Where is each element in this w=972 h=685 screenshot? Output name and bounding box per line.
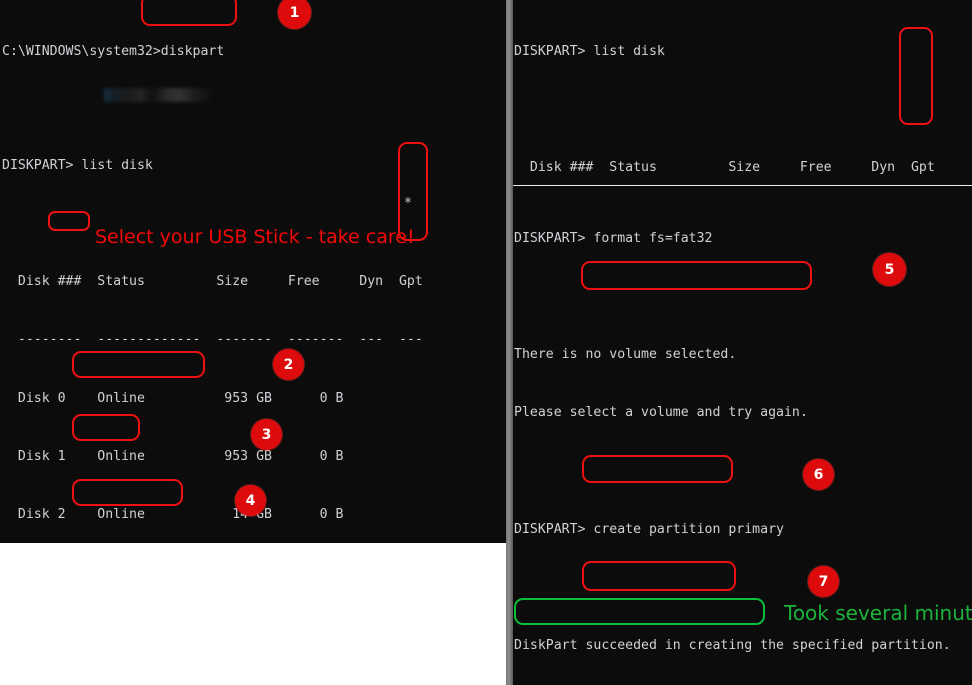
console-line: C:\WINDOWS\system32>diskpart: [2, 43, 225, 59]
console-line: DISKPART> format fs=fat32: [514, 230, 713, 246]
console-line-disk-row: Disk 2 Online 14 GB 0 B: [2, 507, 344, 523]
redacted-computer-name: [104, 88, 211, 102]
left-console-screenshot: C:\WINDOWS\system32>diskpart Microsoft D…: [0, 0, 506, 543]
console-line: DISKPART> list disk: [2, 157, 153, 173]
console-line-error: There is no volume selected.: [514, 347, 737, 363]
right-main-console-output: DISKPART> format fs=fat32 There is no vo…: [513, 186, 972, 685]
console-line-disk-row: Disk 0 Online 953 GB 0 B: [2, 390, 344, 406]
right-top-console-output: DISKPART> list disk Disk ### Status Size…: [513, 0, 972, 185]
console-line: DISKPART> create partition primary: [514, 521, 784, 537]
console-scrollbar[interactable]: [506, 0, 513, 685]
console-line-table-header: Disk ### Status Size Free Dyn Gpt: [514, 160, 935, 176]
right-console-screenshot: DISKPART> list disk Disk ### Status Size…: [506, 0, 972, 685]
console-line-disk-row: Disk 1 Online 953 GB 0 B: [2, 448, 344, 464]
console-line: DISKPART> list disk: [514, 43, 665, 59]
console-line-table-header: Disk ### Status Size Free Dyn Gpt: [2, 274, 423, 290]
page-background-below-left-panel: [0, 543, 506, 685]
console-line-table-rule: -------- ------------- ------- ------- -…: [2, 332, 423, 348]
left-gpt-star-disk0: *: [404, 194, 422, 214]
left-bottom-console-output: DISKPART> list disk Disk ### Status Size…: [0, 113, 506, 543]
console-line-error: Please select a volume and try again.: [514, 405, 808, 421]
console-line: DiskPart succeeded in creating the speci…: [514, 638, 951, 654]
